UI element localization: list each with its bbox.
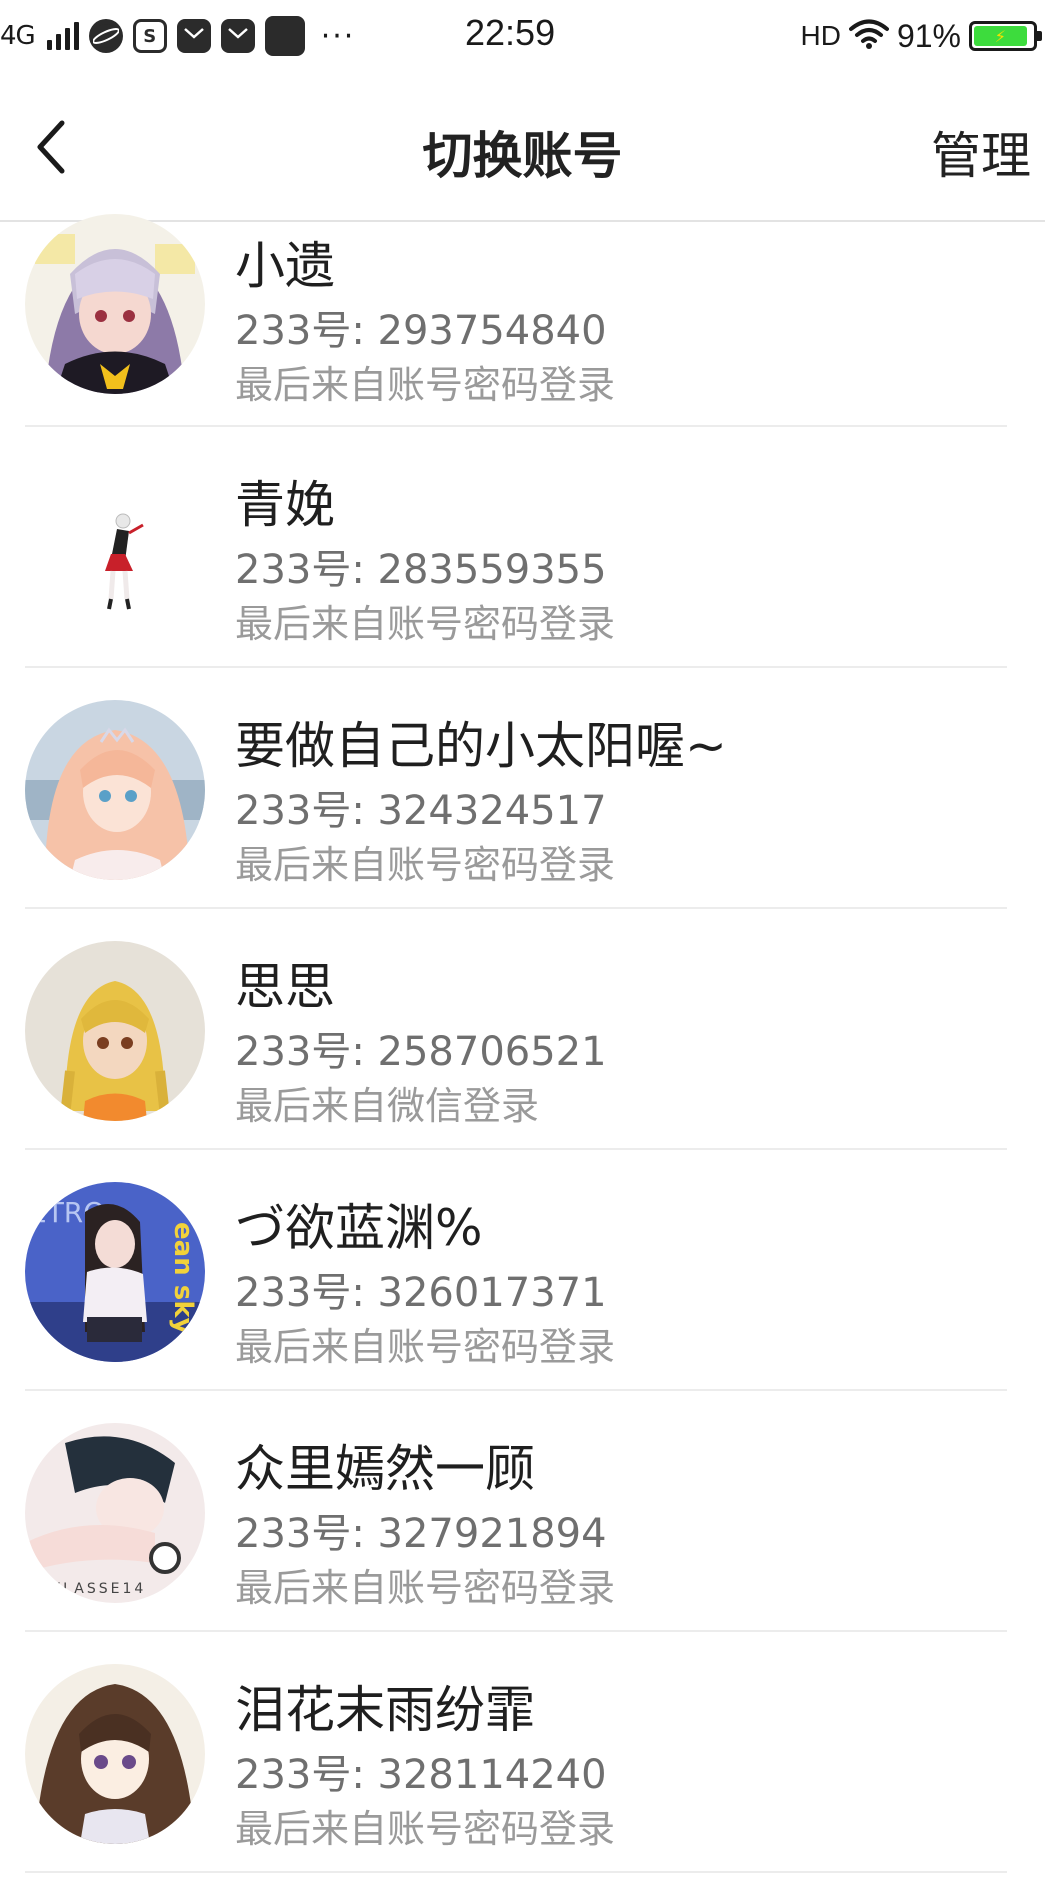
avatar-text: ean sky [168,1222,198,1335]
s-app-icon: S [132,19,167,53]
hd-label: HD [800,20,841,51]
account-row[interactable]: 小遗 233号: 293754840 最后来自账号密码登录 [25,214,1007,427]
account-name: づ欲蓝渊% [235,1199,483,1257]
account-login-source: 最后来自微信登录 [235,1084,540,1128]
account-name: 要做自己的小太阳喔~ [235,717,727,775]
app-icon [264,16,305,56]
account-login-source: 最后来自账号密码登录 [235,843,616,887]
account-row[interactable]: ETRO ean sky づ欲蓝渊% 233号: 326017371 最后来自账… [25,1150,1007,1391]
account-row[interactable]: 思思 233号: 258706521 最后来自微信登录 [25,909,1007,1150]
account-name: 青娩 [235,476,335,534]
battery-icon: ⚡ [969,21,1042,51]
battery-percent: 91% [896,17,961,54]
avatar [25,700,205,880]
account-login-source: 最后来自账号密码登录 [235,1807,616,1851]
account-id: 233号: 293754840 [235,308,607,354]
avatar [25,1664,205,1844]
account-login-source: 最后来自账号密码登录 [235,602,616,646]
account-list: 小遗 233号: 293754840 最后来自账号密码登录 青娩 233号: 2… [0,214,1045,1873]
account-login-source: 最后来自账号密码登录 [235,1566,616,1610]
nav-bar: 切换账号 管理 [0,72,1045,222]
account-name: 小遗 [235,237,335,295]
page-title: 切换账号 [422,127,623,185]
battery-fill: ⚡ [974,26,1027,46]
avatar: ETRO ean sky [25,1182,205,1362]
mail-icon [176,19,211,53]
status-right: HD 91% ⚡ [800,14,1042,58]
network-label: 4G [0,21,36,51]
account-login-source: 最后来自账号密码登录 [235,1325,616,1369]
account-row[interactable]: 泪花末雨纷霏 233号: 328114240 最后来自账号密码登录 [25,1632,1007,1873]
account-row[interactable]: 青娩 233号: 283559355 最后来自账号密码登录 [25,427,1007,668]
account-id: 233号: 326017371 [235,1270,607,1316]
account-row[interactable]: 要做自己的小太阳喔~ 233号: 324324517 最后来自账号密码登录 [25,668,1007,909]
account-row[interactable]: KLASSE14 众里嫣然一顾 233号: 327921894 最后来自账号密码… [25,1391,1007,1632]
account-name: 众里嫣然一顾 [235,1440,535,1498]
account-login-source: 最后来自账号密码登录 [235,363,616,407]
status-left: 4G S ··· [0,14,355,58]
browser-icon [88,19,123,53]
account-id: 233号: 328114240 [235,1752,607,1798]
mail-icon [220,19,255,53]
account-id: 233号: 324324517 [235,788,607,834]
account-name: 泪花末雨纷霏 [235,1681,535,1739]
avatar [25,459,205,639]
clock: 22:59 [465,12,556,53]
avatar [25,214,205,394]
account-id: 233号: 327921894 [235,1511,607,1557]
avatar: KLASSE14 [25,1423,205,1603]
account-name: 思思 [235,958,335,1016]
signal-icon [46,22,79,50]
manage-button[interactable]: 管理 [931,116,1031,188]
avatar [25,941,205,1121]
account-id: 233号: 283559355 [235,547,607,593]
wifi-icon [848,18,889,54]
status-bar: 4G S ··· 22:59 HD 91% ⚡ [0,0,1045,72]
avatar-text: KLASSE14 [51,1581,146,1597]
more-icon: ··· [320,18,356,54]
account-id: 233号: 258706521 [235,1029,607,1075]
